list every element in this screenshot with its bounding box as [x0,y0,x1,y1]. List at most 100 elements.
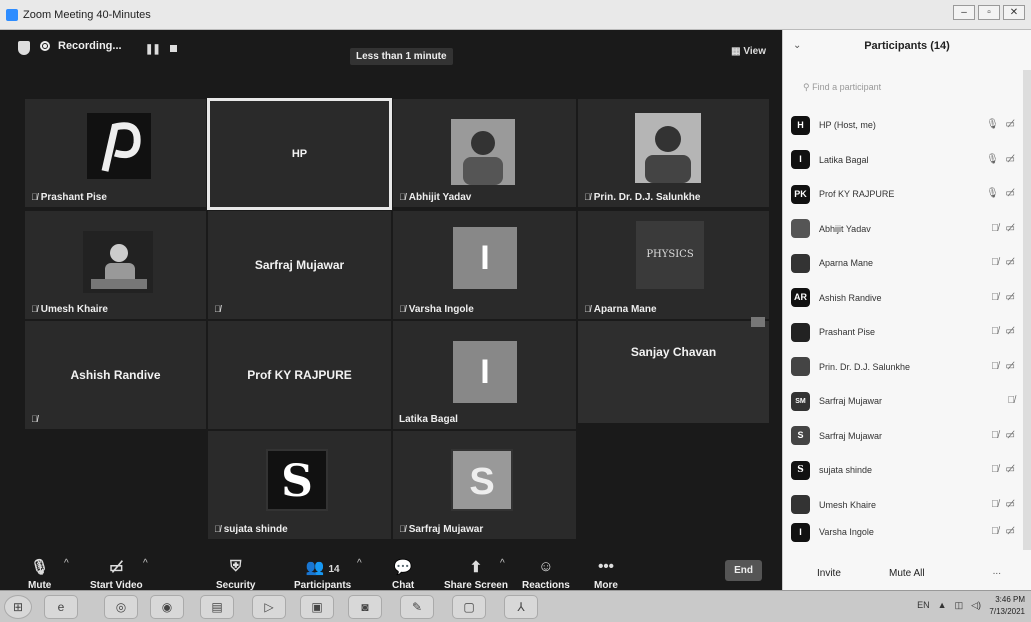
video-tile[interactable]: 🎙̸ Prashant Pise [24,98,207,208]
taskbar-explorer-button[interactable]: ▤ [200,595,234,619]
participant-row[interactable]: SM Sarfraj Mujawar 🎙̸ [791,384,1021,419]
participant-status-icons: 🎙̸ ▭̸ [991,222,1017,234]
video-tile[interactable]: 🎙̸ Prin. Dr. D.J. Salunkhe [577,98,770,208]
participant-list: H HP (Host, me) 🎙 ▭̸ I Latika Bagal 🎙 ▭̸… [791,108,1021,542]
tray-arrow-icon[interactable]: ▲ [938,600,947,611]
record-icon [40,41,50,51]
taskbar-paint-button[interactable]: ✎ [400,595,434,619]
participant-avatar [791,219,810,239]
video-tile[interactable]: S 🎙̸ sujata shinde [207,430,392,540]
tile-name: 🎙̸ Aparna Mane [584,304,657,315]
taskbar-chrome-button[interactable]: ◉ [150,595,184,619]
participant-row[interactable]: PK Prof KY RAJPURE 🎙 ▭̸ [791,177,1021,212]
share-options-chevron-icon[interactable]: ^ [500,558,505,569]
participant-row[interactable]: Umesh Khaire 🎙̸ ▭̸ [791,488,1021,523]
clock-time: 3:46 PM [995,595,1025,604]
search-placeholder: Find a participant [812,82,882,92]
close-button[interactable]: ✕ [1003,5,1025,20]
share-screen-icon: ⬆ [469,559,483,576]
participant-status-icons: 🎙̸ ▭̸ [991,291,1017,303]
mic-muted-icon: 🎙̸ [584,304,591,314]
participants-count: 14 [328,564,340,575]
participant-row[interactable]: Abhijit Yadav 🎙̸ ▭̸ [791,212,1021,247]
windows-logo-icon: ⊞ [12,600,24,614]
tile-name: 🎙̸ sujata shinde [214,524,288,535]
mute-all-button[interactable]: Mute All [889,568,925,579]
mic-muted-icon: 🎙̸ [31,414,38,424]
share-screen-button[interactable]: ⬆ Share Screen [444,558,508,591]
reactions-button[interactable]: ☺ Reactions [522,558,570,591]
participant-row[interactable]: S Sarfraj Mujawar 🎙̸ ▭̸ [791,419,1021,454]
participant-search-field[interactable]: ⚲ Find a participant [803,82,881,93]
participant-row[interactable]: I Latika Bagal 🎙 ▭̸ [791,143,1021,178]
participant-avatar [791,357,810,377]
taskbar-zoom-button[interactable]: ◙ [348,595,382,619]
chat-button[interactable]: 💬 Chat [392,558,414,591]
panel-more-button[interactable]: ... [993,566,1001,577]
video-tile[interactable]: Sarfraj Mujawar 🎙̸ [207,210,392,320]
participant-photo [635,113,701,183]
video-options-chevron-icon[interactable]: ^ [143,558,148,569]
taskbar-app-button[interactable]: ▣ [300,595,334,619]
volume-icon[interactable]: ◁) [971,600,981,611]
video-tile[interactable]: 🎙̸ Abhijit Yadav [392,98,577,208]
video-tile[interactable]: I 🎙̸ Varsha Ingole [392,210,577,320]
view-button[interactable]: ▦ View [731,46,766,57]
taskbar-media-button[interactable]: ▷ [252,595,286,619]
taskbar-browser-button[interactable]: ◎ [104,595,138,619]
start-video-button[interactable]: ▭̸ Start Video [90,558,143,591]
participant-row[interactable]: AR Ashish Randive 🎙̸ ▭̸ [791,281,1021,316]
more-button[interactable]: ••• More [594,558,618,591]
participant-row[interactable]: I Varsha Ingole 🎙̸ ▭̸ [791,522,1021,542]
maximize-button[interactable]: ▫ [978,5,1000,20]
participants-button[interactable]: 👥 14 Participants [294,558,351,591]
mute-options-chevron-icon[interactable]: ^ [64,558,69,569]
zoom-screen: Zoom Meeting 40-Minutes – ▫ ✕ Recording.… [0,0,1031,622]
participant-avatar: I [791,522,810,542]
participants-panel-title: Participants (14) [864,40,950,52]
taskbar-camera-button[interactable]: ▢ [452,595,486,619]
expand-icon[interactable] [751,317,765,327]
pause-recording-icon[interactable]: ❚❚ [145,44,161,55]
participant-row[interactable]: S sujata shinde 🎙̸ ▭̸ [791,453,1021,488]
grid-view-icon: ▦ [731,46,744,57]
participant-row[interactable]: Prin. Dr. D.J. Salunkhe 🎙̸ ▭̸ [791,350,1021,385]
participant-status-icons: 🎙̸ ▭̸ [991,360,1017,372]
video-tile[interactable]: Ashish Randive 🎙̸ [24,320,207,430]
tile-center-name: Sanjay Chavan [630,344,717,359]
participant-row[interactable]: H HP (Host, me) 🎙 ▭̸ [791,108,1021,143]
video-tile[interactable]: I Latika Bagal [392,320,577,430]
end-meeting-button[interactable]: End [725,560,762,581]
tile-name: 🎙̸ Umesh Khaire [31,304,108,315]
minimize-button[interactable]: – [953,5,975,20]
participants-options-chevron-icon[interactable]: ^ [357,558,362,569]
participant-name: Latika Bagal [819,154,869,165]
video-tile[interactable]: Prof KY RAJPURE [207,320,392,430]
window-controls: – ▫ ✕ [953,5,1025,20]
start-button[interactable]: ⊞ [4,595,32,619]
mute-button[interactable]: 🎙 Mute [28,558,51,591]
tile-name-text: sujata shinde [223,524,288,535]
security-button[interactable]: ⛨ Security [216,558,255,591]
shield-icon[interactable] [18,41,30,55]
video-tile-active[interactable]: HP [207,98,392,210]
video-tile[interactable]: PHYSICS 🎙̸ Aparna Mane [577,210,770,320]
language-indicator[interactable]: EN [917,600,930,611]
browser-icon: ◎ [115,600,127,614]
participant-row[interactable]: Aparna Mane 🎙̸ ▭̸ [791,246,1021,281]
tile-name-text: Umesh Khaire [40,304,108,315]
taskbar-clock[interactable]: 3:46 PM 7/13/2021 [989,594,1025,618]
stop-recording-icon[interactable] [170,45,177,52]
participants-icon: 👥 14 [305,559,340,576]
video-tile[interactable]: S 🎙̸ Sarfraj Mujawar [392,430,577,540]
participant-row[interactable]: Prashant Pise 🎙̸ ▭̸ [791,315,1021,350]
video-tile[interactable]: 🎙̸ Umesh Khaire [24,210,207,320]
video-tile[interactable]: Sanjay Chavan [577,317,770,424]
invite-button[interactable]: Invite [817,568,841,579]
network-icon[interactable]: ◫ [955,600,964,611]
participant-list-scrollbar[interactable] [1023,70,1031,550]
taskbar-pdf-button[interactable]: ⅄ [504,595,538,619]
participant-name: Prof KY RAJPURE [819,189,895,200]
taskbar-ie-button[interactable]: e [44,595,78,619]
tile-name-text: Abhijit Yadav [408,192,472,203]
